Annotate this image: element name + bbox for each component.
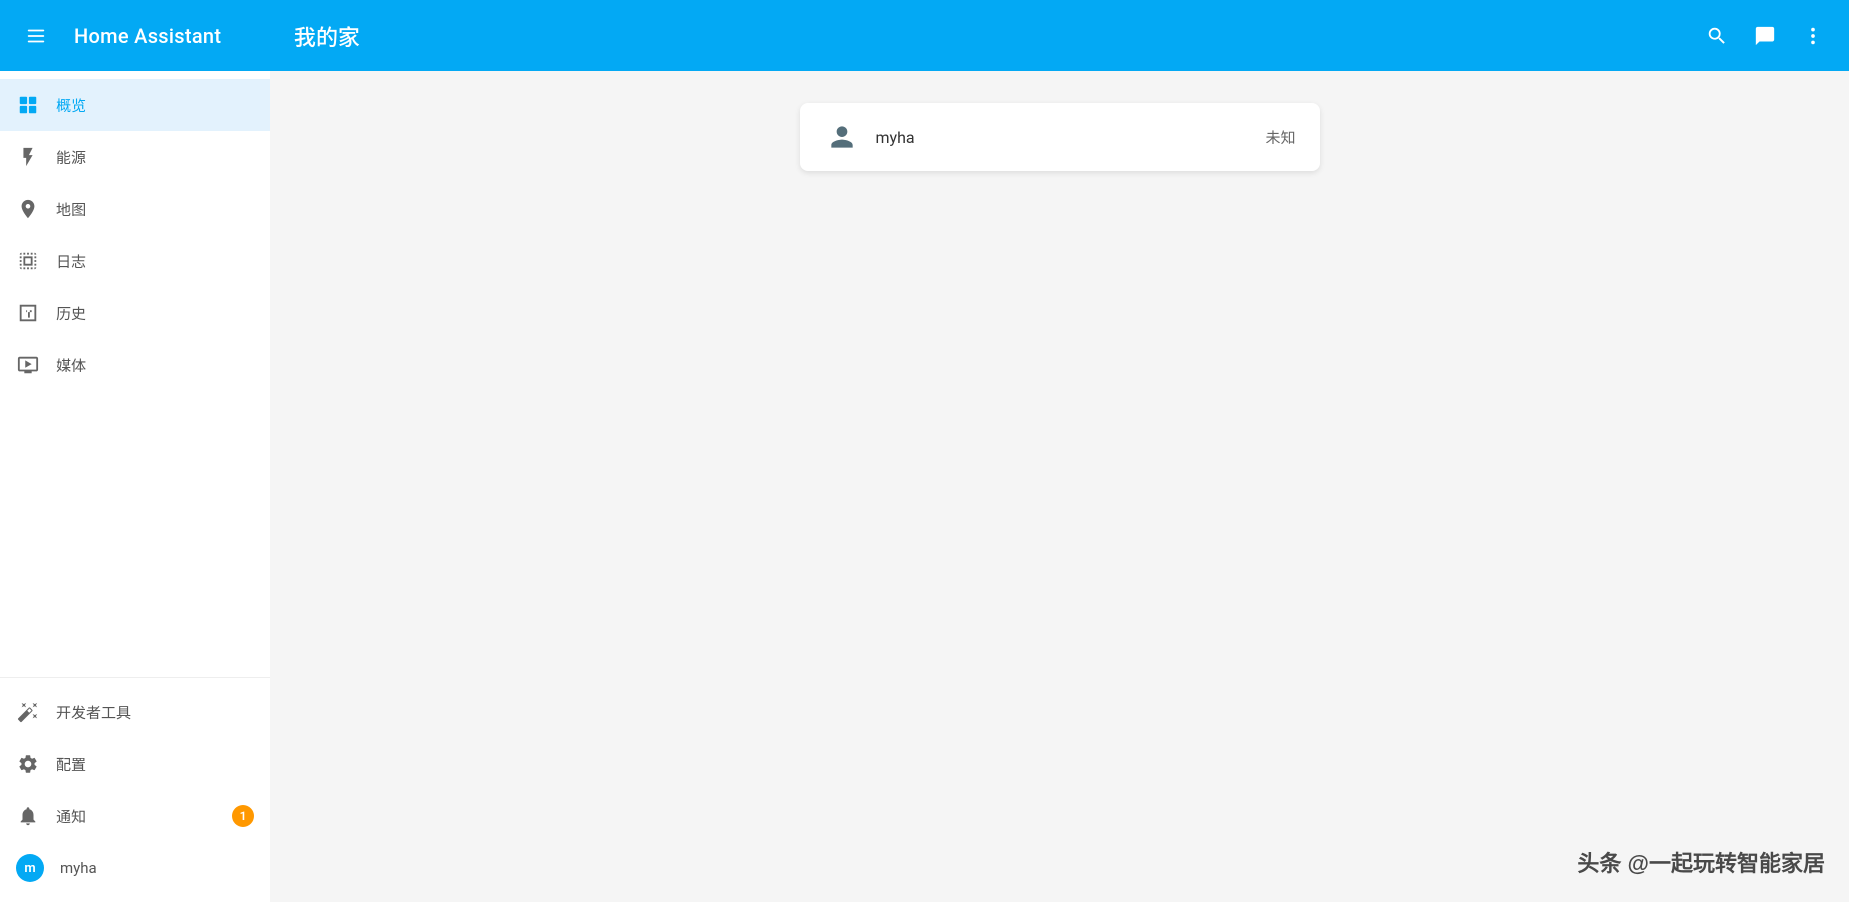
sidebar-label-developer: 开发者工具 [56, 702, 131, 723]
main-layout: 概览 能源 地图 [0, 71, 1849, 902]
media-icon [16, 353, 40, 377]
page-title: 我的家 [294, 20, 360, 52]
notification-badge: 1 [232, 805, 254, 827]
app-title: Home Assistant [74, 24, 221, 48]
sidebar-bottom: 开发者工具 配置 通知 1 [0, 677, 270, 902]
sidebar-label-map: 地图 [56, 199, 86, 220]
config-icon [16, 752, 40, 776]
bell-icon [16, 804, 40, 828]
person-icon [824, 119, 860, 155]
sidebar-item-user[interactable]: m myha [0, 842, 270, 894]
energy-icon [16, 145, 40, 169]
sidebar-item-energy[interactable]: 能源 [0, 131, 270, 183]
sidebar-item-overview[interactable]: 概览 [0, 79, 270, 131]
person-card[interactable]: myha 未知 [800, 103, 1320, 171]
sidebar-label-history: 历史 [56, 303, 86, 324]
avatar: m [16, 854, 44, 882]
menu-button[interactable] [16, 16, 56, 56]
main-content: myha 未知 [270, 71, 1849, 902]
sidebar-item-notifications[interactable]: 通知 1 [0, 790, 270, 842]
grid-icon [16, 93, 40, 117]
logbook-icon [16, 249, 40, 273]
map-icon [16, 197, 40, 221]
sidebar-label-user: myha [60, 859, 97, 877]
sidebar-item-logbook[interactable]: 日志 [0, 235, 270, 287]
chat-button[interactable] [1745, 16, 1785, 56]
sidebar-label-config: 配置 [56, 754, 86, 775]
search-button[interactable] [1697, 16, 1737, 56]
sidebar-item-history[interactable]: 历史 [0, 287, 270, 339]
sidebar-label-energy: 能源 [56, 147, 86, 168]
sidebar-label-logbook: 日志 [56, 251, 86, 272]
developer-icon [16, 700, 40, 724]
sidebar-label-media: 媒体 [56, 355, 86, 376]
person-name: myha [876, 128, 1250, 147]
more-button[interactable] [1793, 16, 1833, 56]
sidebar-item-developer[interactable]: 开发者工具 [0, 686, 270, 738]
topbar-actions [1697, 16, 1849, 56]
sidebar-item-map[interactable]: 地图 [0, 183, 270, 235]
person-status: 未知 [1265, 127, 1295, 148]
sidebar-label-notifications: 通知 [56, 806, 86, 827]
sidebar-label-overview: 概览 [56, 95, 86, 116]
topbar-left: Home Assistant [0, 0, 270, 71]
sidebar-item-config[interactable]: 配置 [0, 738, 270, 790]
topbar-center: 我的家 [270, 0, 1697, 71]
sidebar: 概览 能源 地图 [0, 71, 270, 902]
sidebar-nav: 概览 能源 地图 [0, 71, 270, 677]
topbar: Home Assistant 我的家 [0, 0, 1849, 71]
sidebar-item-media[interactable]: 媒体 [0, 339, 270, 391]
history-icon [16, 301, 40, 325]
